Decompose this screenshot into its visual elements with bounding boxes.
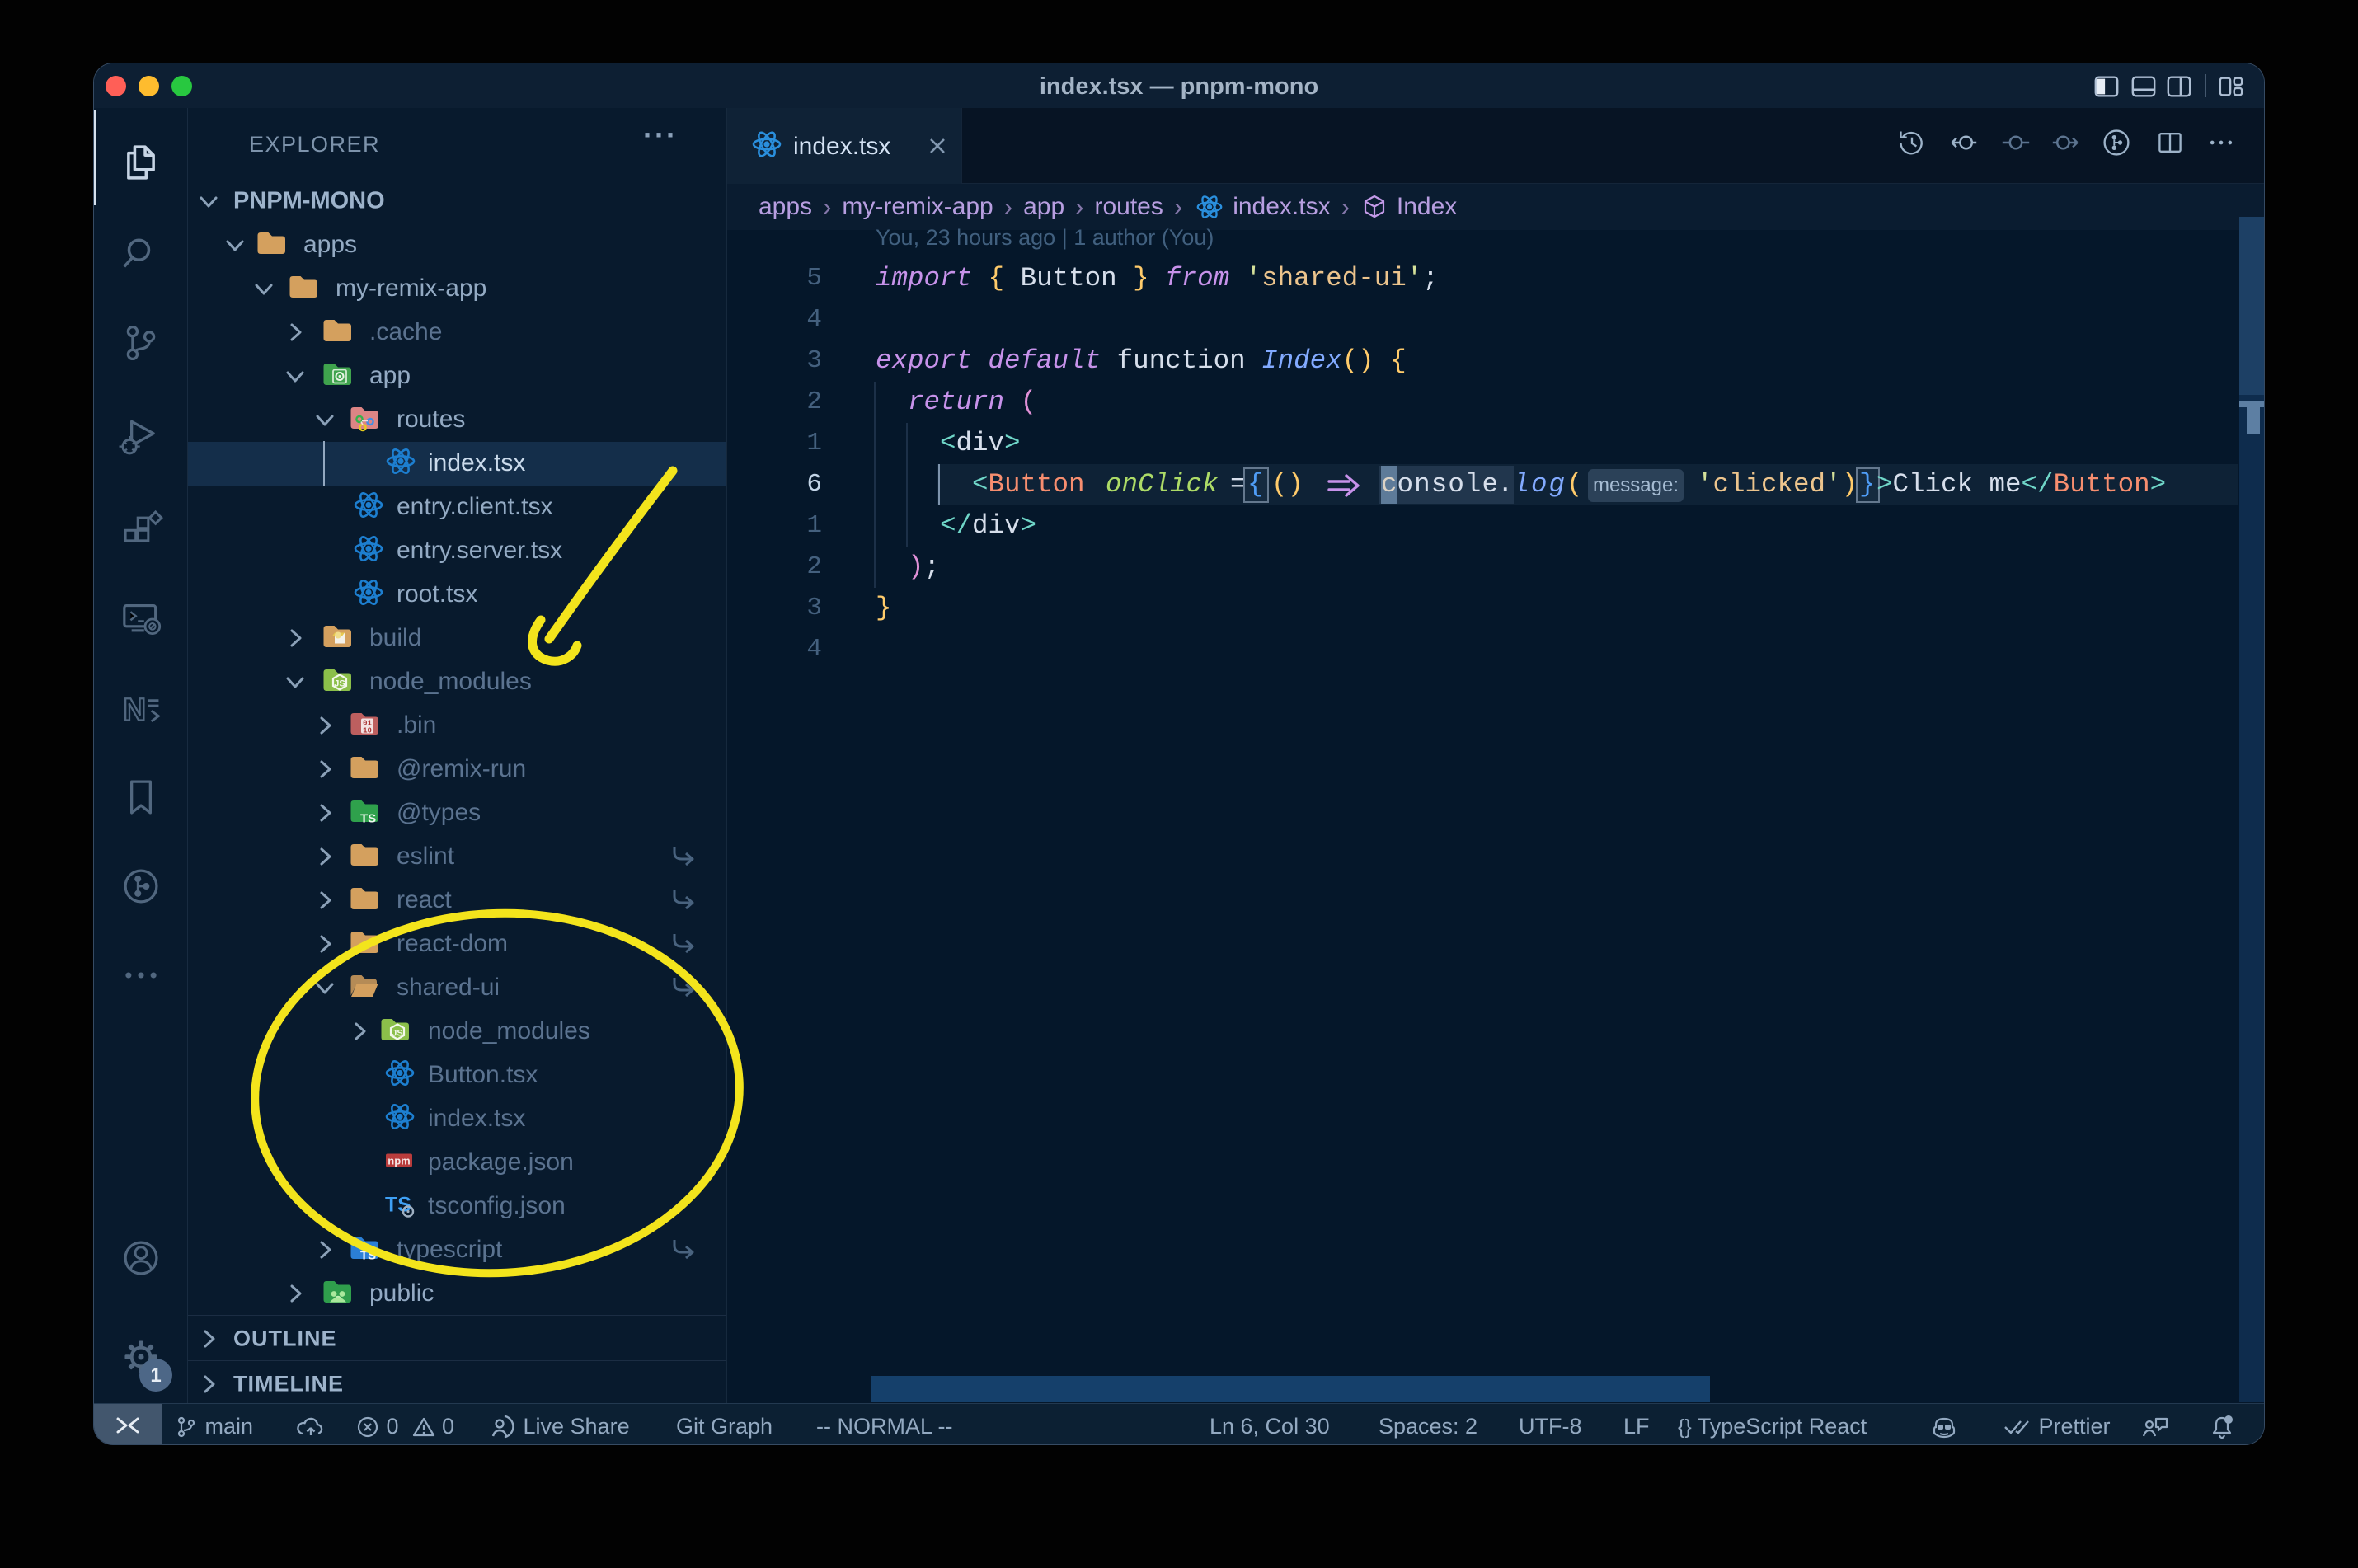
- svg-text:npm: npm: [388, 1155, 410, 1167]
- svg-text:TS: TS: [385, 1194, 411, 1217]
- svg-text:JS: JS: [334, 679, 345, 689]
- svg-text:TS: TS: [360, 812, 376, 825]
- svg-text:N: N: [124, 693, 146, 728]
- svg-text:10: 10: [363, 727, 372, 735]
- svg-text:TS: TS: [360, 1249, 376, 1262]
- svg-text:JS: JS: [392, 1029, 402, 1039]
